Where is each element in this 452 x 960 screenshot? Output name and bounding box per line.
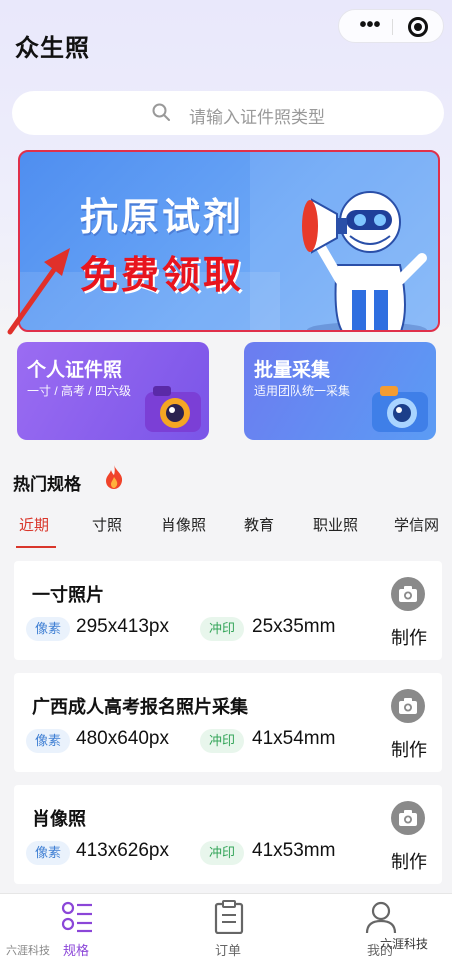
pixel-badge: 像素: [26, 729, 71, 753]
more-icon[interactable]: •••: [353, 15, 387, 37]
tab-chsi[interactable]: 学信网: [394, 514, 439, 535]
banner-line2: 免费领取: [80, 255, 245, 297]
camera-icon[interactable]: [391, 801, 425, 835]
search-icon: [152, 103, 170, 121]
card-personal-id-photo[interactable]: 个人证件照 一寸 / 高考 / 四六级: [17, 342, 209, 440]
camera-icon[interactable]: [391, 689, 425, 723]
camera-icon[interactable]: [391, 577, 425, 611]
print-badge: 冲印: [200, 617, 245, 641]
pixel-badge: 像素: [26, 841, 71, 865]
card-subtitle: 适用团队统一采集: [254, 384, 351, 398]
doctor-megaphone-illustration: [302, 191, 427, 330]
tab-recent[interactable]: 近期: [19, 514, 49, 535]
pixel-badge: 像素: [26, 617, 71, 641]
pixel-value: 413x626px: [76, 840, 169, 861]
promo-banner[interactable]: 抗原试剂 免费领取: [18, 150, 440, 332]
header: 众生照 •••: [0, 0, 452, 84]
watermark-right: 六涯科技: [380, 937, 429, 951]
card-title: 个人证件照: [27, 360, 123, 381]
item-name: 肖像照: [32, 809, 86, 829]
search-bar[interactable]: 请输入证件照类型: [12, 91, 444, 135]
search-placeholder: 请输入证件照类型: [189, 108, 325, 127]
clipboard-icon: [214, 900, 244, 934]
item-name: 一寸照片: [32, 585, 104, 605]
print-badge: 冲印: [200, 841, 245, 865]
make-button[interactable]: 制作: [391, 736, 427, 762]
make-button[interactable]: 制作: [391, 624, 427, 650]
print-value: 41x54mm: [252, 728, 336, 749]
card-subtitle: 一寸 / 高考 / 四六级: [27, 384, 132, 398]
pixel-value: 480x640px: [76, 728, 169, 749]
miniprogram-capsule: •••: [338, 9, 444, 43]
tab-education[interactable]: 教育: [244, 514, 274, 535]
item-name: 广西成人高考报名照片采集: [32, 697, 248, 717]
category-tabs: 近期 寸照 肖像照 教育 职业照 学信网: [0, 510, 452, 550]
list-item[interactable]: 肖像照 像素 413x626px 冲印 41x53mm 制作: [14, 785, 442, 884]
card-title: 批量采集: [254, 360, 331, 381]
list-item[interactable]: 广西成人高考报名照片采集 像素 480x640px 冲印 41x54mm 制作: [14, 673, 442, 772]
card-batch-collection[interactable]: 批量采集 适用团队统一采集: [244, 342, 436, 440]
make-button[interactable]: 制作: [391, 848, 427, 874]
capsule-divider: [392, 19, 393, 35]
tab-portrait[interactable]: 肖像照: [161, 514, 206, 535]
camera-icon: [145, 386, 201, 432]
red-arrow-icon: [7, 248, 70, 335]
list-icon: [61, 901, 92, 933]
close-target-icon[interactable]: [408, 17, 428, 37]
fire-icon: [106, 465, 123, 489]
print-value: 25x35mm: [252, 616, 336, 637]
app-title: 众生照: [15, 35, 90, 62]
camera-icon: [372, 386, 428, 432]
banner-line1: 抗原试剂: [80, 197, 245, 239]
tab-inch-photo[interactable]: 寸照: [92, 514, 122, 535]
list-item[interactable]: 一寸照片 像素 295x413px 冲印 25x35mm 制作: [14, 561, 442, 660]
tab-career-photo[interactable]: 职业照: [313, 514, 358, 535]
print-badge: 冲印: [200, 729, 245, 753]
pixel-value: 295x413px: [76, 616, 169, 637]
tabbar-item-orders[interactable]: 订单: [188, 900, 268, 958]
active-tab-indicator: [16, 546, 56, 548]
section-title: 热门规格: [13, 475, 81, 494]
user-icon: [365, 901, 397, 934]
tabbar-label: 订单: [214, 943, 241, 958]
watermark-left: 六涯科技: [6, 945, 50, 957]
print-value: 41x53mm: [252, 840, 336, 861]
